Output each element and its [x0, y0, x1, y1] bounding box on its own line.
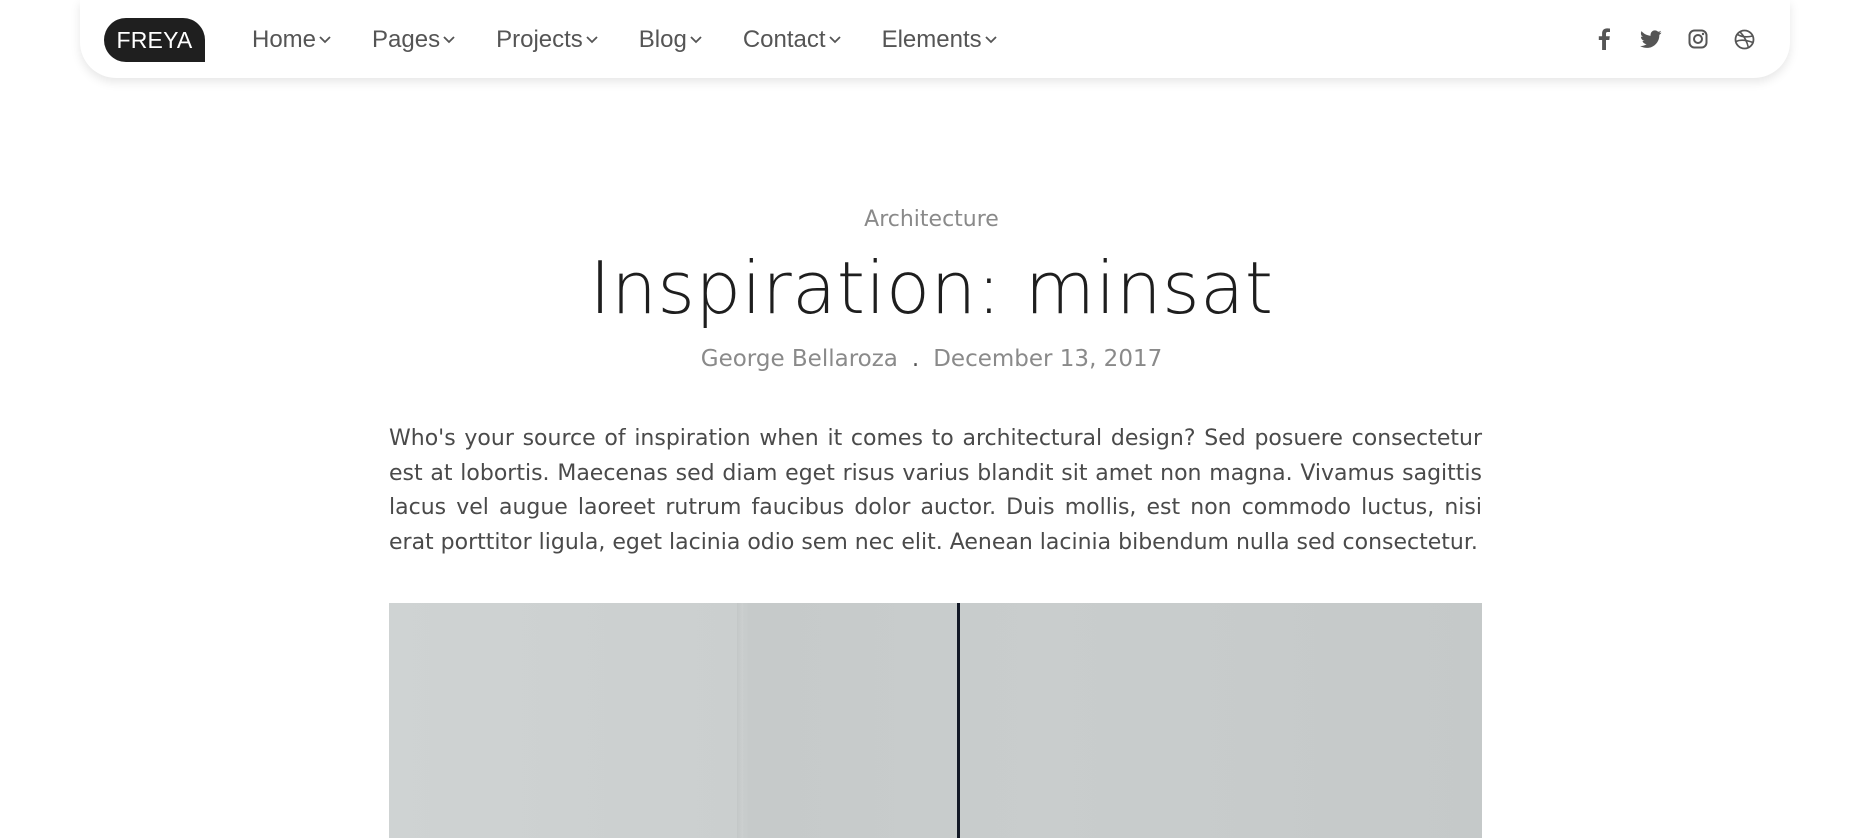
nav-item-label: Projects	[496, 26, 583, 53]
nav-item-blog[interactable]: Blog	[639, 26, 703, 54]
meta-separator: .	[911, 346, 920, 372]
facebook-icon[interactable]	[1592, 28, 1615, 51]
chevron-down-icon	[828, 36, 841, 44]
logo[interactable]: FREYA	[104, 18, 205, 62]
nav-item-projects[interactable]: Projects	[496, 26, 599, 54]
instagram-icon[interactable]	[1686, 28, 1709, 51]
nav-item-label: Pages	[372, 26, 441, 53]
nav-item-label: Elements	[881, 26, 982, 53]
post-author[interactable]: George Bellaroza	[701, 346, 898, 372]
post-title: Inspiration: minsat	[589, 246, 1274, 330]
post-category[interactable]: Architecture	[0, 207, 1863, 232]
nav-item-label: Home	[252, 26, 317, 53]
chevron-down-icon	[984, 36, 997, 44]
nav-item-home[interactable]: Home	[252, 26, 332, 54]
nav-item-contact[interactable]: Contact	[743, 26, 842, 54]
main-nav: Home Pages Projects Blog Contact Element…	[252, 24, 1038, 54]
nav-item-label: Blog	[638, 26, 687, 53]
post-body: Who's your source of inspiration when it…	[389, 426, 1482, 555]
post-meta: George Bellaroza. December 13, 2017	[0, 346, 1863, 372]
twitter-icon[interactable]	[1639, 28, 1662, 51]
post-hero-image	[389, 603, 1482, 838]
nav-item-elements[interactable]: Elements	[882, 26, 998, 54]
chevron-down-icon	[319, 36, 331, 44]
social-links	[1592, 28, 1756, 51]
post-date: December 13, 2017	[933, 346, 1163, 372]
top-navbar: FREYA Home Pages Projects Blog Contact E…	[80, 0, 1790, 78]
pendant-cord	[957, 603, 960, 838]
wall-panel-seam	[737, 603, 743, 838]
nav-item-pages[interactable]: Pages	[372, 26, 456, 54]
chevron-down-icon	[586, 36, 598, 44]
chevron-down-icon	[443, 36, 455, 44]
dribbble-icon[interactable]	[1733, 28, 1756, 51]
chevron-down-icon	[690, 36, 702, 44]
nav-item-label: Contact	[742, 26, 826, 53]
